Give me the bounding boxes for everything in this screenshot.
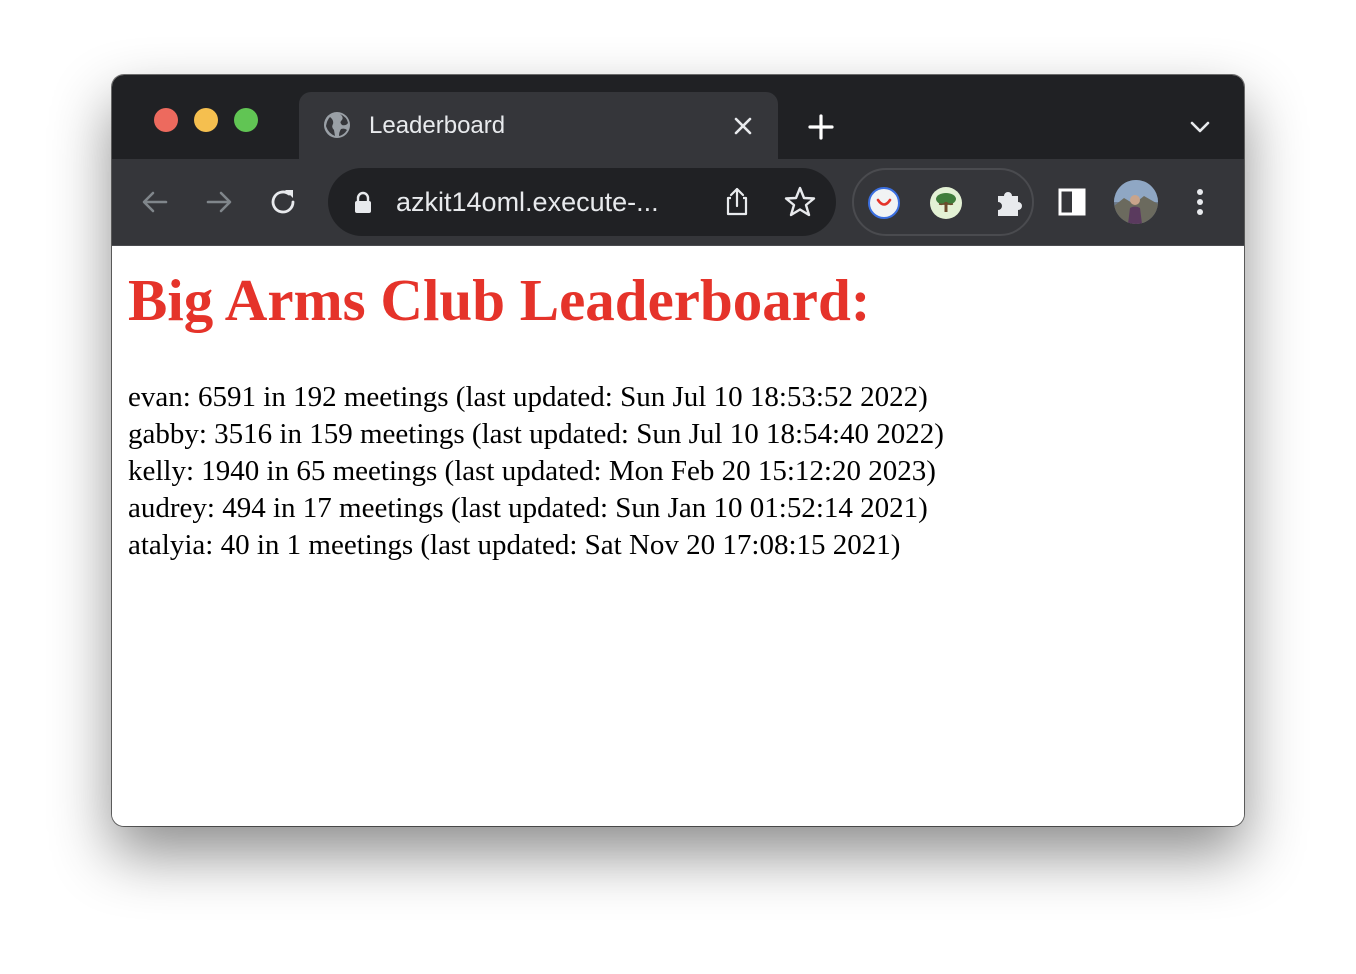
reload-icon[interactable] xyxy=(268,186,300,218)
leaderboard-entry: kelly: 1940 in 65 meetings (last updated… xyxy=(128,455,936,487)
star-icon[interactable] xyxy=(783,185,817,219)
tab-strip: Leaderboard xyxy=(112,75,1244,159)
puzzle-icon[interactable] xyxy=(992,186,1026,220)
tree-extension-icon[interactable] xyxy=(930,187,962,219)
close-window-button[interactable] xyxy=(154,108,178,132)
back-arrow-icon[interactable] xyxy=(139,186,171,218)
extensions-group xyxy=(852,168,1034,236)
address-bar[interactable]: azkit14oml.execute-... xyxy=(328,168,836,236)
browser-window: Leaderboard azkit14oml.execute-... Big A… xyxy=(112,75,1244,826)
share-icon[interactable] xyxy=(721,186,753,218)
globe-icon xyxy=(324,112,350,138)
leaderboard-entry: gabby: 3516 in 159 meetings (last update… xyxy=(128,418,944,450)
plus-icon[interactable] xyxy=(806,112,836,142)
close-icon[interactable] xyxy=(731,114,755,138)
forward-arrow-icon[interactable] xyxy=(203,186,235,218)
toolbar: azkit14oml.execute-... xyxy=(112,159,1244,246)
side-panel-icon[interactable] xyxy=(1056,186,1088,218)
maximize-window-button[interactable] xyxy=(234,108,258,132)
url-text: azkit14oml.execute-... xyxy=(396,187,659,217)
more-vertical-icon[interactable] xyxy=(1184,186,1216,218)
page-content: Big Arms Club Leaderboard: evan: 6591 in… xyxy=(112,246,1244,826)
leaderboard-entry: audrey: 494 in 17 meetings (last updated… xyxy=(128,492,928,524)
lock-icon[interactable] xyxy=(353,191,373,215)
avatar[interactable] xyxy=(1114,180,1158,224)
extension-icon[interactable] xyxy=(868,187,900,219)
tab-title: Leaderboard xyxy=(369,112,506,139)
minimize-window-button[interactable] xyxy=(194,108,218,132)
leaderboard-entry: evan: 6591 in 192 meetings (last updated… xyxy=(128,381,928,413)
leaderboard-entry: atalyia: 40 in 1 meetings (last updated:… xyxy=(128,529,901,561)
leaderboard-list: evan: 6591 in 192 meetings (last updated… xyxy=(128,379,944,564)
tab-leaderboard[interactable]: Leaderboard xyxy=(299,92,778,159)
chevron-down-icon[interactable] xyxy=(1188,115,1212,139)
page-title: Big Arms Club Leaderboard: xyxy=(128,267,871,333)
